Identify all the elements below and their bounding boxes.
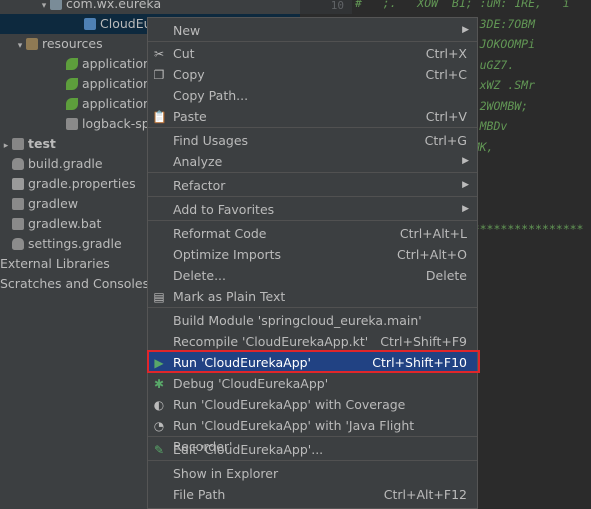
menu-item-label: Optimize Imports [173, 247, 282, 262]
menu-item-edit-cloudeurekaapp[interactable]: ✎ Edit 'CloudEurekaApp'... [148, 439, 477, 460]
leaf-file-icon [66, 98, 78, 110]
menu-item-label: Recompile 'CloudEurekaApp.kt' [173, 334, 369, 349]
menu-item-label: New [173, 23, 201, 38]
menu-item-label: Run 'CloudEurekaApp' with Coverage [173, 397, 406, 412]
menu-item-shortcut: Ctrl+V [425, 109, 467, 124]
run-highlight-outline [147, 350, 480, 373]
plain-text-icon: ▤ [153, 290, 165, 304]
menu-item-shortcut: Ctrl+Alt+F12 [383, 487, 467, 502]
menu-separator [148, 460, 477, 461]
folder-file-icon [12, 138, 24, 150]
menu-item-delete[interactable]: Delete... Delete [148, 265, 477, 286]
tree-item-com-wx-eureka[interactable]: ▾ com.wx.eureka [0, 0, 300, 14]
menu-item-label: File Path [173, 487, 226, 502]
menu-item-shortcut: Ctrl+Shift+F9 [380, 334, 467, 349]
menu-separator [148, 41, 477, 42]
menu-item-label: Show in Explorer [173, 466, 279, 481]
tree-item-label: gradle.properties [28, 176, 136, 191]
menu-item-copy[interactable]: ❐ Copy Ctrl+C [148, 64, 477, 85]
menu-item-label: Copy [173, 67, 205, 82]
gprop-file-icon [12, 178, 24, 190]
menu-item-label: Edit 'CloudEurekaApp'... [173, 442, 324, 457]
doc-file-icon [12, 198, 24, 210]
paste-icon: 📋 [152, 110, 167, 124]
tree-item-label: settings.gradle [28, 236, 122, 251]
menu-item-shortcut: Ctrl+G [424, 133, 467, 148]
menu-item-label: Add to Favorites [173, 202, 275, 217]
menu-item-label: Reformat Code [173, 226, 267, 241]
menu-separator [148, 127, 477, 128]
menu-item-add-to-favorites[interactable]: Add to Favorites ▶ [148, 199, 477, 220]
menu-item-label: Analyze [173, 154, 223, 169]
menu-item-label: Mark as Plain Text [173, 289, 286, 304]
expand-arrow-icon[interactable]: ▾ [14, 36, 26, 56]
menu-item-recompile-cloudeurekaapp-kt[interactable]: Recompile 'CloudEurekaApp.kt' Ctrl+Shift+… [148, 331, 477, 352]
menu-item-new[interactable]: New ▶ [148, 20, 477, 41]
menu-item-label: Delete... [173, 268, 226, 283]
res-file-icon [26, 38, 38, 50]
tree-item-label: resources [42, 36, 103, 51]
submenu-arrow-icon: ▶ [462, 204, 469, 214]
menu-item-label: Copy Path... [173, 88, 249, 103]
tree-item-label: External Libraries [0, 256, 110, 271]
tree-item-label: gradlew.bat [28, 216, 102, 231]
menu-separator [148, 196, 477, 197]
menu-separator [148, 220, 477, 221]
menu-item-shortcut: Ctrl+Alt+O [397, 247, 467, 262]
menu-separator [148, 172, 477, 173]
leaf-file-icon [66, 78, 78, 90]
menu-separator [148, 307, 477, 308]
menu-item-cut[interactable]: ✂ Cut Ctrl+X [148, 43, 477, 64]
menu-item-shortcut: Ctrl+X [425, 46, 467, 61]
doc-file-icon [12, 218, 24, 230]
menu-item-run-cloudeurekaapp-with-coverage[interactable]: ◐ Run 'CloudEurekaApp' with Coverage [148, 394, 477, 415]
submenu-arrow-icon: ▶ [462, 156, 469, 166]
menu-item-analyze[interactable]: Analyze ▶ [148, 151, 477, 172]
menu-item-shortcut: Delete [425, 268, 467, 283]
menu-item-label: Build Module 'springcloud_eureka.main' [173, 313, 422, 328]
edit-config-icon: ✎ [153, 443, 165, 457]
menu-item-shortcut: Ctrl+Alt+L [399, 226, 467, 241]
doc-file-icon [66, 118, 78, 130]
menu-item-label: Cut [173, 46, 195, 61]
tree-item-label: test [28, 136, 56, 151]
pkg-file-icon [50, 0, 62, 10]
tree-item-label: build.gradle [28, 156, 103, 171]
submenu-arrow-icon: ▶ [462, 25, 469, 35]
tree-item-label: gradlew [28, 196, 79, 211]
menu-item-show-in-explorer[interactable]: Show in Explorer [148, 463, 477, 484]
menu-item-run-cloudeurekaapp-with-java-flight-recorder[interactable]: ◔ Run 'CloudEurekaApp' with 'Java Flight … [148, 415, 477, 454]
menu-item-label: Find Usages [173, 133, 249, 148]
tree-item-label: com.wx.eureka [66, 0, 162, 11]
menu-item-shortcut: Ctrl+C [425, 67, 467, 82]
menu-item-build-module-springcloud-eureka-main[interactable]: Build Module 'springcloud_eureka.main' [148, 310, 477, 331]
cls-file-icon [84, 18, 96, 30]
scissors-icon: ✂ [153, 47, 165, 61]
menu-item-debug-cloudeurekaapp[interactable]: ✱ Debug 'CloudEurekaApp' [148, 373, 477, 394]
context-menu[interactable]: New ▶ ✂ Cut Ctrl+X ❐ Copy Ctrl+C Copy Path... 📋 Pa… [147, 17, 478, 509]
menu-item-label: Debug 'CloudEurekaApp' [173, 376, 329, 391]
menu-item-mark-as-plain-text[interactable]: ▤ Mark as Plain Text [148, 286, 477, 307]
menu-item-find-usages[interactable]: Find Usages Ctrl+G [148, 130, 477, 151]
debug-icon: ✱ [153, 377, 165, 391]
menu-item-paste[interactable]: 📋 Paste Ctrl+V [148, 106, 477, 127]
gradle-file-icon [12, 158, 24, 170]
flight-recorder-icon: ◔ [153, 419, 165, 433]
coverage-icon: ◐ [153, 398, 165, 412]
menu-item-optimize-imports[interactable]: Optimize Imports Ctrl+Alt+O [148, 244, 477, 265]
menu-item-reformat-code[interactable]: Reformat Code Ctrl+Alt+L [148, 223, 477, 244]
tree-item-label: Scratches and Consoles [0, 276, 150, 291]
menu-item-label: Paste [173, 109, 207, 124]
collapse-arrow-icon[interactable]: ▸ [0, 136, 12, 156]
menu-item-refactor[interactable]: Refactor ▶ [148, 175, 477, 196]
leaf-file-icon [66, 58, 78, 70]
submenu-arrow-icon: ▶ [462, 180, 469, 190]
code-line: # ;. XOW B1; :uM: 1RE, i [355, 0, 570, 10]
menu-item-file-path[interactable]: File Path Ctrl+Alt+F12 [148, 484, 477, 505]
menu-item-label: Refactor [173, 178, 226, 193]
gradle-file-icon [12, 238, 24, 250]
menu-item-copy-path[interactable]: Copy Path... [148, 85, 477, 106]
copy-icon: ❐ [153, 68, 165, 82]
line-number: 10 [300, 0, 352, 14]
